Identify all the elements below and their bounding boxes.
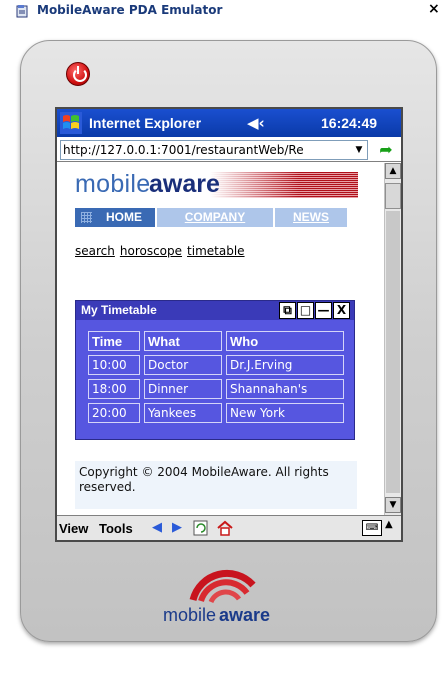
table-header-row: Time What Who: [88, 331, 344, 351]
nav-tab-company[interactable]: COMPANY: [157, 208, 275, 227]
brand-text-aware: aware: [219, 605, 271, 625]
cell-who: Dr.J.Erving: [226, 355, 344, 375]
keyboard-icon[interactable]: ⌨: [362, 520, 382, 536]
logo-text-mobile: mobile: [75, 170, 151, 198]
table-row: 10:00 Doctor Dr.J.Erving: [88, 355, 344, 375]
nav-home-label: HOME: [106, 210, 142, 224]
restore-icon[interactable]: ⧉: [279, 302, 296, 319]
bottom-menu-bar: View Tools ◀ ▶ ⌨ ▲: [57, 515, 401, 540]
timetable-widget-header: My Timetable ⧉ □ — X: [76, 301, 354, 320]
column-header-what: What: [144, 331, 222, 351]
pda-screen: Internet Explorer ◀‹ 16:24:49 http://127…: [55, 107, 403, 542]
timetable-table: Time What Who 10:00 Doctor Dr.J.Erving 1…: [84, 327, 348, 427]
menu-tools[interactable]: Tools: [99, 521, 133, 536]
input-panel-arrow-icon[interactable]: ▲: [385, 519, 393, 530]
site-nav: HOME COMPANY NEWS: [75, 208, 347, 227]
logo-stripes: [210, 172, 358, 198]
logo-text-aware: aware: [149, 170, 220, 198]
clock-display[interactable]: 16:24:49: [321, 115, 377, 131]
timetable-title: My Timetable: [81, 303, 157, 317]
home-grid-icon: [81, 212, 92, 223]
forward-arrow-icon[interactable]: ▶: [168, 519, 186, 537]
table-row: 18:00 Dinner Shannahan's: [88, 379, 344, 399]
link-horoscope[interactable]: horoscope: [120, 244, 182, 258]
home-icon[interactable]: [216, 519, 234, 537]
url-input[interactable]: http://127.0.0.1:7001/restaurantWeb/Re ▼: [60, 140, 368, 160]
brand-wave-icon: [189, 569, 256, 604]
vertical-scrollbar[interactable]: ▲ ▼: [384, 163, 401, 515]
link-search[interactable]: search: [75, 244, 115, 258]
cell-time: 20:00: [88, 403, 140, 423]
quick-links: search horoscope timetable: [75, 244, 250, 258]
refresh-icon[interactable]: [192, 519, 210, 537]
minimize-icon[interactable]: —: [315, 302, 332, 319]
device-brand-logo: mobile aware: [163, 555, 283, 630]
cell-who: Shannahan's: [226, 379, 344, 399]
cell-time: 18:00: [88, 379, 140, 399]
back-arrow-icon[interactable]: ◀: [148, 519, 166, 537]
nav-tab-news[interactable]: NEWS: [275, 208, 347, 227]
power-button-icon[interactable]: [66, 62, 90, 86]
close-icon[interactable]: X: [333, 302, 350, 319]
link-timetable[interactable]: timetable: [187, 244, 245, 258]
scroll-thumb[interactable]: [385, 183, 401, 209]
brand-text-mobile: mobile: [163, 605, 217, 625]
web-content: mobile aware HOME COMPANY NEWS search hor…: [57, 163, 384, 515]
active-app-title: Internet Explorer: [89, 115, 202, 131]
emulator-window-title: MobileAware PDA Emulator: [37, 3, 223, 17]
url-dropdown-icon[interactable]: ▼: [351, 141, 367, 159]
column-header-time: Time: [88, 331, 140, 351]
cell-what: Doctor: [144, 355, 222, 375]
url-text: http://127.0.0.1:7001/restaurantWeb/Re: [63, 143, 304, 157]
window-close-button[interactable]: ×: [428, 1, 442, 18]
scroll-down-icon[interactable]: ▼: [385, 497, 401, 513]
cell-who: New York: [226, 403, 344, 423]
speaker-icon[interactable]: ◀‹: [247, 114, 265, 132]
cell-what: Yankees: [144, 403, 222, 423]
maximize-icon[interactable]: □: [297, 302, 314, 319]
scroll-track[interactable]: [386, 211, 400, 493]
scroll-up-icon[interactable]: ▲: [385, 163, 401, 179]
cell-time: 10:00: [88, 355, 140, 375]
column-header-who: Who: [226, 331, 344, 351]
copyright-footer: Copyright © 2004 MobileAware. All rights…: [75, 461, 357, 509]
emulator-app-icon: [16, 5, 28, 18]
windows-start-icon[interactable]: [60, 112, 82, 134]
pocketpc-title-bar: Internet Explorer ◀‹ 16:24:49: [57, 109, 401, 137]
emulator-title-bar: MobileAware PDA Emulator ×: [0, 0, 442, 20]
address-bar: http://127.0.0.1:7001/restaurantWeb/Re ▼…: [57, 138, 401, 162]
table-row: 20:00 Yankees New York: [88, 403, 344, 423]
go-arrow-icon[interactable]: ➦: [375, 141, 397, 159]
mobileaware-header-logo: mobile aware: [75, 170, 358, 200]
cell-what: Dinner: [144, 379, 222, 399]
menu-view[interactable]: View: [59, 521, 88, 536]
timetable-widget: My Timetable ⧉ □ — X Time What Who 10:00…: [75, 300, 355, 440]
nav-tab-home[interactable]: HOME: [75, 208, 157, 227]
